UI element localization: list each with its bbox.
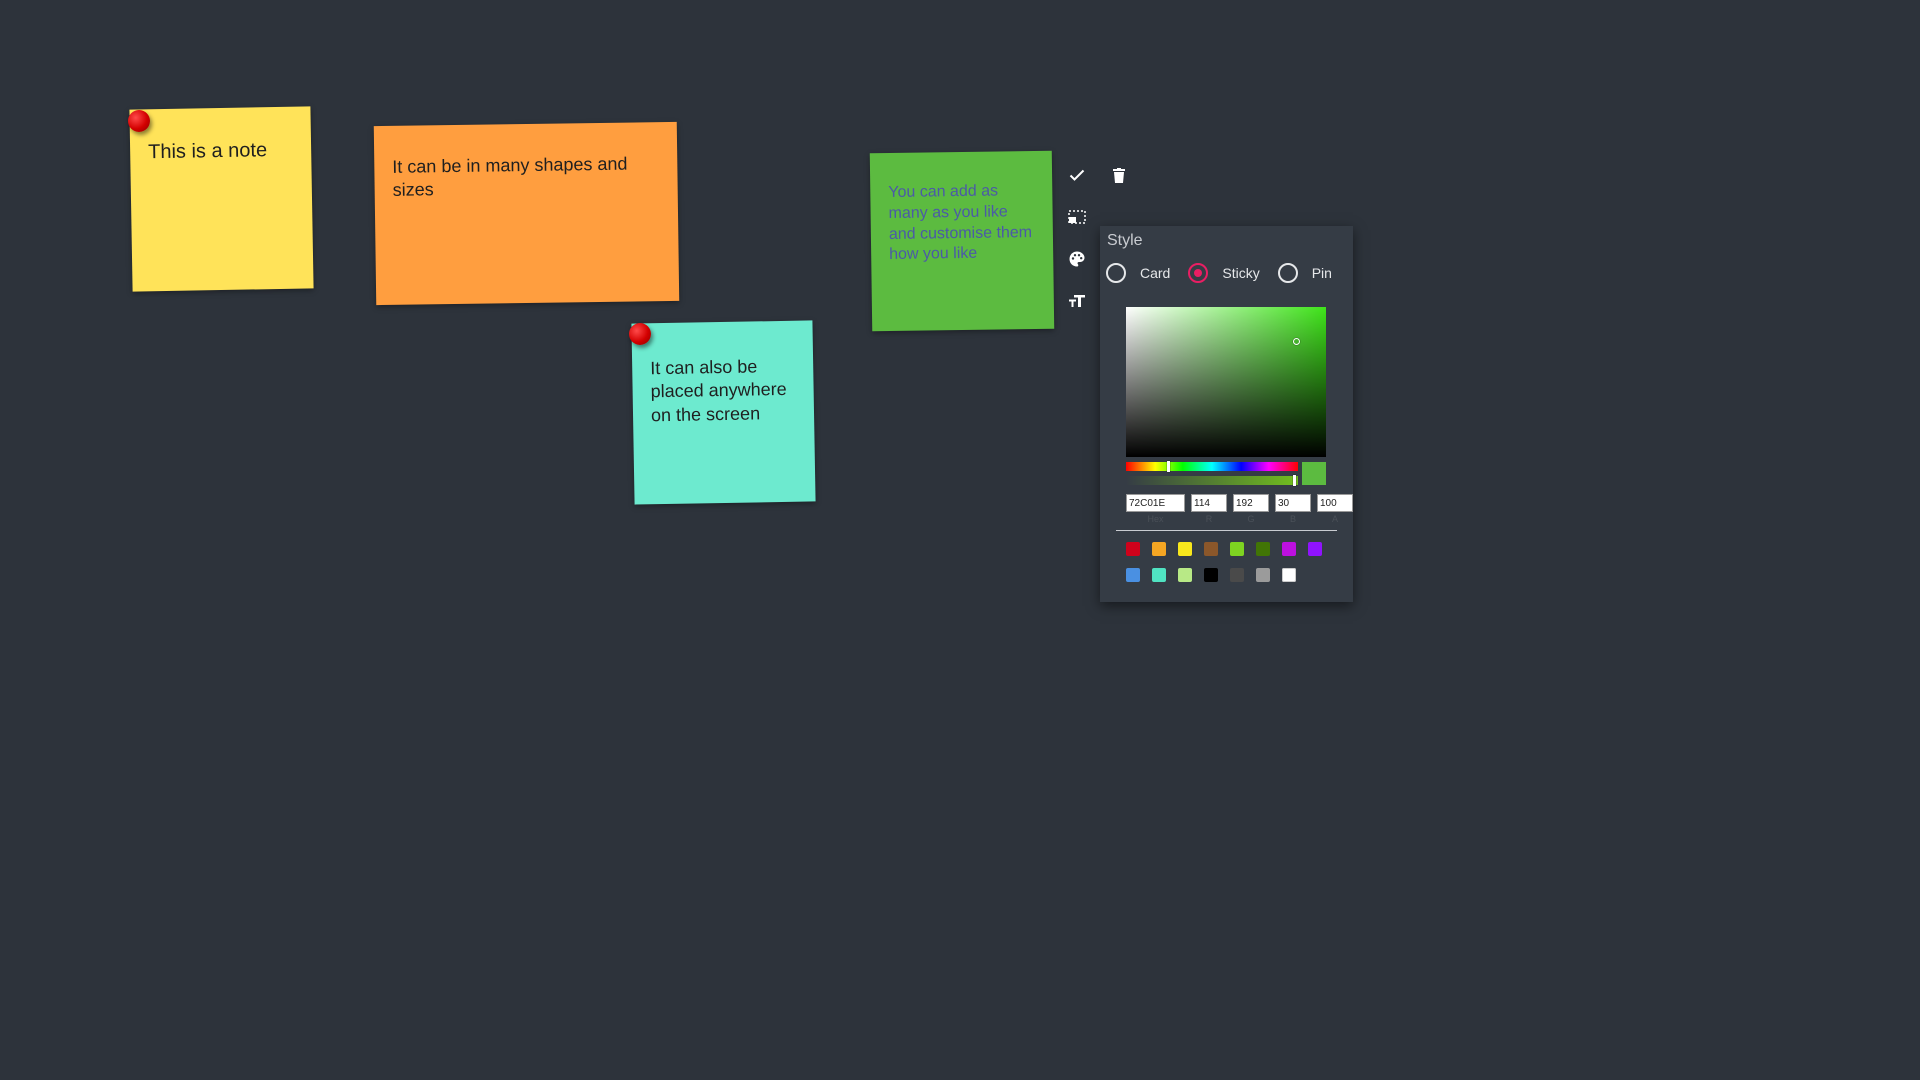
resize-icon[interactable] xyxy=(1062,202,1092,232)
preset-swatch[interactable] xyxy=(1282,568,1296,582)
note-text: You can add as many as you like and cust… xyxy=(888,182,1033,264)
b-label: B xyxy=(1289,514,1296,524)
check-icon[interactable] xyxy=(1062,160,1092,190)
g-label: G xyxy=(1247,514,1255,524)
preset-swatch[interactable] xyxy=(1282,542,1296,556)
color-preview xyxy=(1302,462,1326,485)
board: This is a note It can be in many shapes … xyxy=(0,0,1920,1080)
hex-label: Hex xyxy=(1147,514,1164,524)
palette-icon[interactable] xyxy=(1062,244,1092,274)
preset-swatch[interactable] xyxy=(1230,568,1244,582)
b-field-wrapper: B xyxy=(1275,494,1311,524)
color-inputs: Hex R G B A xyxy=(1126,494,1359,524)
alpha-slider[interactable] xyxy=(1126,475,1298,486)
preset-swatch[interactable] xyxy=(1204,568,1218,582)
style-radio-group: Card Sticky Pin xyxy=(1106,263,1350,283)
text-size-icon[interactable] xyxy=(1062,286,1092,316)
r-input[interactable] xyxy=(1191,494,1227,512)
radio-label-sticky: Sticky xyxy=(1222,265,1260,281)
note-text: It can be in many shapes and sizes xyxy=(392,153,628,201)
pin-icon xyxy=(629,323,651,345)
radio-sticky[interactable] xyxy=(1188,263,1209,283)
g-field-wrapper: G xyxy=(1233,494,1269,524)
note-text: This is a note xyxy=(147,139,268,164)
note-yellow[interactable]: This is a note xyxy=(129,106,314,292)
radio-card[interactable] xyxy=(1106,263,1126,283)
preset-swatch[interactable] xyxy=(1178,542,1192,556)
note-teal[interactable]: It can also be placed anywhere on the sc… xyxy=(631,320,816,505)
panel-title: Style xyxy=(1107,232,1143,249)
preset-swatch[interactable] xyxy=(1152,568,1166,582)
style-panel: Style Card Sticky Pin 72C01E Hex 114 R 1… xyxy=(1100,226,1353,602)
divider xyxy=(1116,530,1337,531)
radio-label-card: Card xyxy=(1140,265,1171,281)
style-option-sticky[interactable]: Sticky xyxy=(1188,263,1260,283)
preset-swatch[interactable] xyxy=(1256,542,1270,556)
preset-swatch[interactable] xyxy=(1204,542,1218,556)
preset-swatch[interactable] xyxy=(1178,568,1192,582)
picker-cursor[interactable] xyxy=(1293,338,1300,345)
r-label: R xyxy=(1205,514,1213,524)
preset-swatch[interactable] xyxy=(1126,542,1140,556)
preset-swatch[interactable] xyxy=(1256,568,1270,582)
hue-slider-thumb[interactable] xyxy=(1167,461,1170,472)
saturation-picker[interactable] xyxy=(1126,307,1326,457)
pin-icon xyxy=(128,110,150,132)
a-field-wrapper: A xyxy=(1317,494,1353,524)
preset-swatch[interactable] xyxy=(1126,568,1140,582)
b-input[interactable] xyxy=(1275,494,1311,512)
note-green-selected[interactable]: You can add as many as you like and cust… xyxy=(869,150,1055,332)
note-orange[interactable]: It can be in many shapes and sizes xyxy=(373,121,680,306)
hex-input[interactable] xyxy=(1126,494,1185,512)
preset-swatch[interactable] xyxy=(1152,542,1166,556)
preset-swatch[interactable] xyxy=(1308,542,1322,556)
g-input[interactable] xyxy=(1233,494,1269,512)
style-option-pin[interactable]: Pin xyxy=(1277,263,1332,283)
style-option-card[interactable]: Card xyxy=(1106,263,1170,283)
trash-icon[interactable] xyxy=(1104,160,1134,190)
r-field-wrapper: R xyxy=(1191,494,1227,524)
preset-swatch[interactable] xyxy=(1230,542,1244,556)
hex-field-wrapper: Hex xyxy=(1126,494,1185,524)
alpha-slider-thumb[interactable] xyxy=(1293,475,1296,486)
hue-slider[interactable] xyxy=(1126,461,1298,472)
radio-pin[interactable] xyxy=(1277,263,1298,283)
radio-label-pin: Pin xyxy=(1311,265,1332,281)
a-input[interactable] xyxy=(1317,494,1353,512)
a-label: A xyxy=(1331,514,1338,524)
note-text: It can also be placed anywhere on the sc… xyxy=(650,356,787,426)
